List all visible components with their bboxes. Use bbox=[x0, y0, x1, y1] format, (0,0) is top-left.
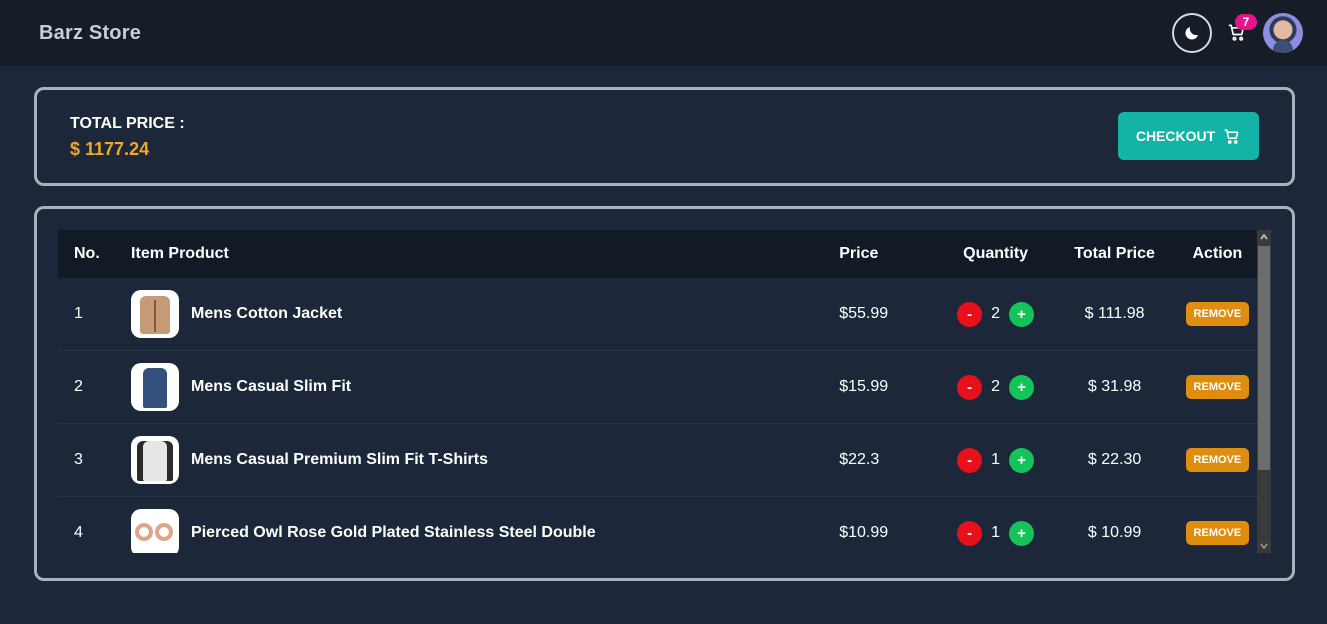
decrease-quantity-button[interactable]: - bbox=[957, 520, 983, 546]
increase-quantity-button[interactable]: + bbox=[1009, 520, 1035, 546]
scrollbar-thumb[interactable] bbox=[1258, 246, 1270, 470]
product-cell: Mens Casual Premium Slim Fit T-Shirts bbox=[131, 436, 839, 484]
navbar: Barz Store 7 bbox=[0, 0, 1327, 66]
row-number: 3 bbox=[74, 451, 83, 468]
table-row: 4 Pierced Owl Rose Gold Plated Stainless… bbox=[58, 497, 1271, 553]
product-cell: Mens Cotton Jacket bbox=[131, 290, 839, 338]
total-price-card: TOTAL PRICE : $ 1177.24 CHECKOUT bbox=[34, 87, 1295, 186]
row-number: 4 bbox=[74, 524, 83, 541]
quantity-value: 1 bbox=[991, 451, 1001, 468]
quantity-value: 2 bbox=[991, 305, 1001, 322]
header-no: No. bbox=[74, 245, 100, 262]
decrease-quantity-button[interactable]: - bbox=[957, 301, 983, 327]
quantity-value: 2 bbox=[991, 378, 1001, 395]
increase-quantity-button[interactable]: + bbox=[1009, 447, 1035, 473]
moon-icon bbox=[1185, 27, 1198, 40]
chevron-up-icon bbox=[1260, 234, 1268, 240]
cart-icon bbox=[1224, 129, 1239, 144]
table-row: 2 Mens Casual Slim Fit $15.99 - 2 + $ 31… bbox=[58, 351, 1271, 424]
action-cell: REMOVE bbox=[1164, 521, 1271, 545]
total-price-label: TOTAL PRICE : bbox=[70, 115, 185, 132]
header-price: Price bbox=[839, 245, 879, 262]
product-price: $10.99 bbox=[839, 524, 889, 541]
checkout-button[interactable]: CHECKOUT bbox=[1118, 112, 1259, 160]
cart-table[interactable]: No. Item Product Price Quantity Total Pr… bbox=[58, 230, 1271, 553]
product-cell: Mens Casual Slim Fit bbox=[131, 363, 839, 411]
increase-quantity-button[interactable]: + bbox=[1009, 301, 1035, 327]
product-price: $55.99 bbox=[839, 305, 889, 322]
row-total-price: $ 31.98 bbox=[1087, 378, 1142, 395]
quantity-stepper: - 1 + bbox=[926, 447, 1066, 473]
product-image bbox=[131, 363, 180, 411]
action-cell: REMOVE bbox=[1164, 302, 1271, 326]
row-total-price: $ 10.99 bbox=[1087, 524, 1142, 541]
product-price: $22.3 bbox=[839, 451, 880, 468]
header-quantity: Quantity bbox=[963, 245, 1029, 262]
quantity-value: 1 bbox=[991, 524, 1001, 541]
cart-table-card: No. Item Product Price Quantity Total Pr… bbox=[34, 206, 1295, 581]
product-name: Pierced Owl Rose Gold Plated Stainless S… bbox=[191, 524, 596, 541]
action-cell: REMOVE bbox=[1164, 448, 1271, 472]
row-total-price: $ 111.98 bbox=[1084, 305, 1145, 322]
cart-count-badge: 7 bbox=[1235, 14, 1257, 30]
quantity-stepper: - 2 + bbox=[926, 374, 1066, 400]
product-price: $15.99 bbox=[839, 378, 889, 395]
increase-quantity-button[interactable]: + bbox=[1009, 374, 1035, 400]
chevron-down-icon bbox=[1260, 543, 1268, 549]
table-scrollbar[interactable] bbox=[1257, 230, 1271, 553]
remove-button[interactable]: REMOVE bbox=[1185, 302, 1250, 326]
cart-button[interactable]: 7 bbox=[1227, 14, 1257, 44]
remove-button[interactable]: REMOVE bbox=[1185, 375, 1250, 399]
checkout-label: CHECKOUT bbox=[1135, 128, 1216, 144]
decrease-quantity-button[interactable]: - bbox=[957, 374, 983, 400]
scroll-down-arrow[interactable] bbox=[1257, 539, 1271, 553]
brand-title[interactable]: Barz Store bbox=[39, 22, 141, 45]
product-image bbox=[131, 509, 180, 553]
decrease-quantity-button[interactable]: - bbox=[957, 447, 983, 473]
product-image bbox=[131, 436, 180, 484]
table-row: 1 Mens Cotton Jacket $55.99 - 2 + $ 111.… bbox=[58, 278, 1271, 351]
product-image bbox=[131, 290, 180, 338]
table-row: 3 Mens Casual Premium Slim Fit T-Shirts … bbox=[58, 424, 1271, 497]
row-number: 2 bbox=[74, 378, 83, 395]
theme-toggle-button[interactable] bbox=[1172, 13, 1212, 53]
remove-button[interactable]: REMOVE bbox=[1185, 448, 1250, 472]
quantity-stepper: - 1 + bbox=[926, 520, 1066, 546]
header-item-product: Item Product bbox=[131, 245, 229, 262]
total-price-value: $ 1177.24 bbox=[70, 139, 150, 159]
product-name: Mens Cotton Jacket bbox=[191, 305, 343, 322]
avatar[interactable] bbox=[1263, 13, 1303, 53]
header-action: Action bbox=[1192, 245, 1243, 262]
row-number: 1 bbox=[74, 305, 83, 322]
product-cell: Pierced Owl Rose Gold Plated Stainless S… bbox=[131, 509, 839, 553]
product-name: Mens Casual Slim Fit bbox=[191, 378, 352, 395]
scroll-up-arrow[interactable] bbox=[1257, 230, 1271, 244]
quantity-stepper: - 2 + bbox=[926, 301, 1066, 327]
remove-button[interactable]: REMOVE bbox=[1185, 521, 1250, 545]
navbar-actions: 7 bbox=[1172, 13, 1303, 53]
row-total-price: $ 22.30 bbox=[1087, 451, 1142, 468]
header-total-price: Total Price bbox=[1074, 245, 1155, 262]
product-name: Mens Casual Premium Slim Fit T-Shirts bbox=[191, 451, 489, 468]
action-cell: REMOVE bbox=[1164, 375, 1271, 399]
table-header: No. Item Product Price Quantity Total Pr… bbox=[58, 230, 1271, 278]
